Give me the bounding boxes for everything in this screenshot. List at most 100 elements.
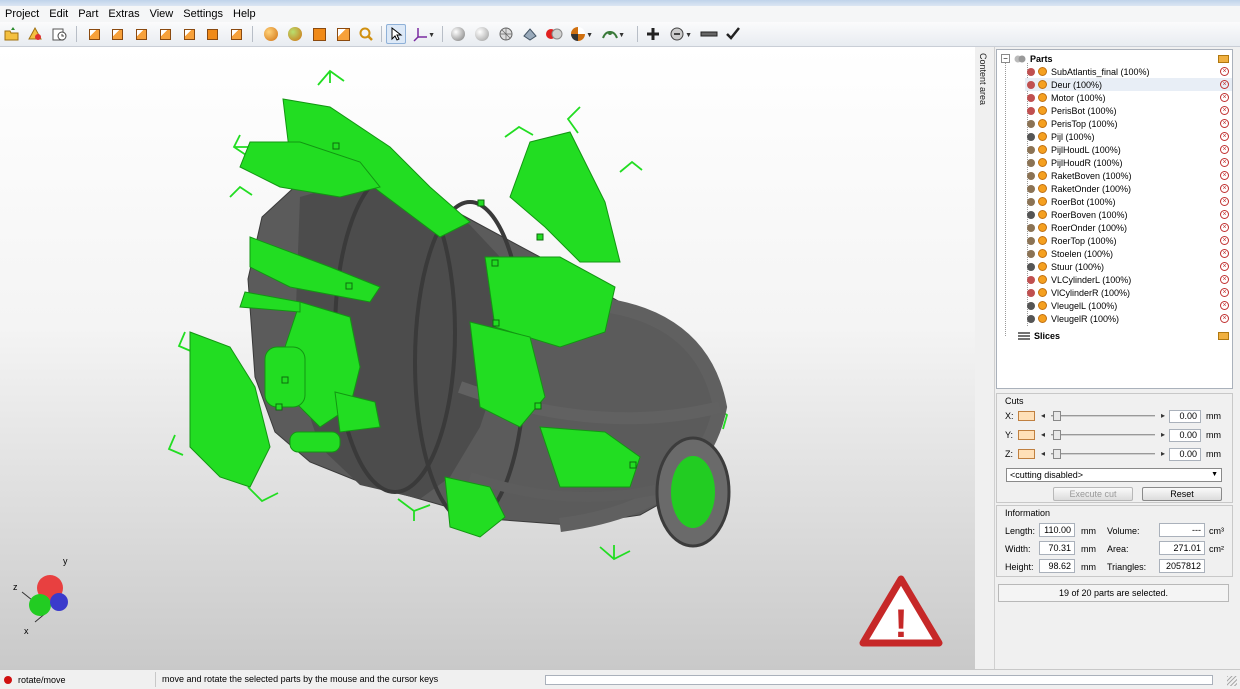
eye-icon[interactable] [1038,106,1047,115]
eye-icon[interactable] [1038,288,1047,297]
menu-settings[interactable]: Settings [178,6,228,22]
eye-icon[interactable] [1038,249,1047,258]
view-back-icon[interactable] [107,24,127,44]
eye-icon[interactable] [1038,236,1047,245]
save-icon[interactable] [49,24,69,44]
remove-part-icon[interactable]: × [1220,119,1229,128]
tree-part-row[interactable]: VLCylinderL (100%) × [1025,273,1232,286]
content-area-tab[interactable]: Content area [975,47,995,669]
arrow-right-icon[interactable]: ▸ [1161,410,1165,422]
tree-part-row[interactable]: RaketBoven (100%) × [1025,169,1232,182]
tree-part-row[interactable]: PerisTop (100%) × [1025,117,1232,130]
remove-part-icon[interactable]: × [1220,158,1229,167]
zoom-window-icon[interactable] [333,24,353,44]
arrow-left-icon[interactable]: ◂ [1041,410,1045,422]
tree-part-row[interactable]: RoerBot (100%) × [1025,195,1232,208]
cut-slider-z[interactable]: ◂ ▸ [1041,448,1165,460]
cut-value-z[interactable]: 0.00 [1169,447,1201,461]
repair-icon[interactable]: ▼ [667,24,692,44]
zoom-all-icon[interactable] [261,24,281,44]
axis-gizmo[interactable] [21,575,68,623]
warning-icon[interactable]: ! [859,575,943,647]
render-mesh-icon[interactable] [496,24,516,44]
cut-value-x[interactable]: 0.00 [1169,409,1201,423]
eye-icon[interactable] [1038,119,1047,128]
menu-extras[interactable]: Extras [103,6,144,22]
remove-part-icon[interactable]: × [1220,314,1229,323]
remove-part-icon[interactable]: × [1220,275,1229,284]
cut-slider-x[interactable]: ◂ ▸ [1041,410,1165,422]
eye-icon[interactable] [1038,223,1047,232]
arrow-right-icon[interactable]: ▸ [1161,429,1165,441]
parts-tree[interactable]: − Parts SubAtlantis_final (100%) × Deur (… [996,49,1233,389]
eye-icon[interactable] [1038,93,1047,102]
arrow-right-icon[interactable]: ▸ [1161,448,1165,460]
tree-part-row[interactable]: RoerOnder (100%) × [1025,221,1232,234]
tree-part-row[interactable]: Motor (100%) × [1025,91,1232,104]
remove-part-icon[interactable]: × [1220,80,1229,89]
slider-thumb[interactable] [1053,449,1061,459]
zoom-selected-icon[interactable] [309,24,329,44]
eye-icon[interactable] [1038,67,1047,76]
cut-color-swatch[interactable] [1018,411,1035,421]
remove-part-icon[interactable]: × [1220,171,1229,180]
tree-part-row[interactable]: PijlHoudR (100%) × [1025,156,1232,169]
measure-icon[interactable]: ▼ [600,24,625,44]
tree-part-row[interactable]: Pijl (100%) × [1025,130,1232,143]
remove-part-icon[interactable]: × [1220,288,1229,297]
view-front-icon[interactable] [84,24,104,44]
menu-edit[interactable]: Edit [44,6,73,22]
model-render[interactable]: y z x ! [0,47,975,669]
remove-part-icon[interactable]: × [1220,93,1229,102]
tree-part-row[interactable]: Deur (100%) × [1025,78,1232,91]
tree-part-row[interactable]: VleugelL (100%) × [1025,299,1232,312]
3d-viewport[interactable]: y z x ! [0,47,975,669]
open-project-icon[interactable] [2,24,22,44]
tree-part-row[interactable]: VlCylinderR (100%) × [1025,286,1232,299]
tree-part-row[interactable]: RaketOnder (100%) × [1025,182,1232,195]
remove-part-icon[interactable]: × [1220,236,1229,245]
tree-root-parts[interactable]: − Parts [1001,52,1053,65]
arrow-left-icon[interactable]: ◂ [1041,429,1045,441]
eye-icon[interactable] [1038,132,1047,141]
eye-icon[interactable] [1038,145,1047,154]
tree-part-row[interactable]: Stuur (100%) × [1025,260,1232,273]
render-color-icon[interactable] [544,24,564,44]
render-shaded-icon[interactable] [448,24,468,44]
render-points-icon[interactable] [520,24,540,44]
remove-part-icon[interactable]: × [1220,106,1229,115]
execute-cut-button[interactable]: Execute cut [1053,487,1133,501]
view-bottom-icon[interactable] [202,24,222,44]
remove-part-icon[interactable]: × [1220,67,1229,76]
menu-view[interactable]: View [145,6,179,22]
arrow-left-icon[interactable]: ◂ [1041,448,1045,460]
folder-icon[interactable] [1218,55,1229,63]
eye-icon[interactable] [1038,80,1047,89]
cut-color-swatch[interactable] [1018,430,1035,440]
zoom-parts-icon[interactable] [285,24,305,44]
menu-help[interactable]: Help [228,6,261,22]
reset-button[interactable]: Reset [1142,487,1222,501]
resize-grip-icon[interactable] [1227,676,1237,686]
eye-icon[interactable] [1038,210,1047,219]
tree-part-row[interactable]: VleugelR (100%) × [1025,312,1232,325]
remove-part-icon[interactable]: × [1220,223,1229,232]
remove-part-icon[interactable]: × [1220,210,1229,219]
remove-part-icon[interactable]: × [1220,145,1229,154]
checkmark-icon[interactable] [723,24,743,44]
cut-slider-y[interactable]: ◂ ▸ [1041,429,1165,441]
remove-part-icon[interactable]: × [1220,301,1229,310]
magnifier-icon[interactable] [356,24,376,44]
select-cursor-icon[interactable] [386,24,406,44]
cut-mode-select[interactable]: <cutting disabled> ▼ [1006,468,1222,482]
tree-root-slices[interactable]: Slices [1001,329,1060,342]
menu-project[interactable]: Project [0,6,44,22]
minus-icon[interactable] [699,24,719,44]
eye-icon[interactable] [1038,262,1047,271]
cut-color-swatch[interactable] [1018,449,1035,459]
remove-part-icon[interactable]: × [1220,197,1229,206]
remove-part-icon[interactable]: × [1220,132,1229,141]
slider-thumb[interactable] [1053,411,1061,421]
remove-part-icon[interactable]: × [1220,262,1229,271]
remove-part-icon[interactable]: × [1220,184,1229,193]
